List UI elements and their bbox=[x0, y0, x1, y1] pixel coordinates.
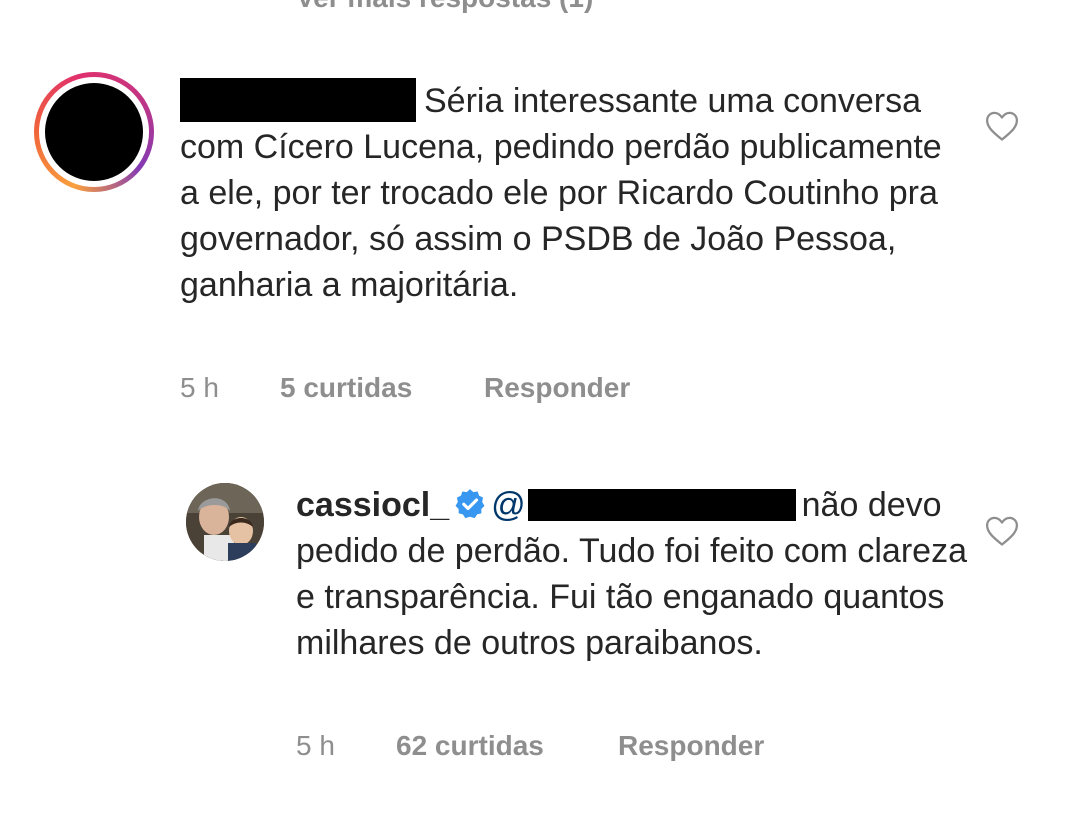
view-more-replies-row[interactable]: Ver mais respostas (1) bbox=[0, 0, 1080, 22]
mention-link[interactable]: @ bbox=[491, 486, 526, 524]
comment-likes-count[interactable]: 62 curtidas bbox=[396, 730, 544, 762]
comment-body: cassiocl_ @ não devo pedido de perdão. Tu… bbox=[296, 482, 976, 666]
username[interactable]: cassiocl_ bbox=[296, 486, 449, 524]
avatar[interactable] bbox=[186, 483, 264, 561]
heart-outline-icon[interactable] bbox=[985, 515, 1019, 547]
comment-body: Séria interessante uma conversa com Cíce… bbox=[180, 78, 960, 308]
comment-meta-row: 5 h 5 curtidas Responder bbox=[180, 372, 680, 408]
reply-button[interactable]: Responder bbox=[618, 730, 764, 762]
comment-timestamp: 5 h bbox=[180, 372, 219, 403]
view-more-replies-link[interactable]: Ver mais respostas (1) bbox=[296, 0, 593, 14]
verified-badge-icon bbox=[455, 489, 485, 519]
heart-outline-icon[interactable] bbox=[985, 110, 1019, 142]
profile-photo bbox=[186, 483, 264, 561]
redacted-username bbox=[180, 78, 416, 123]
avatar-story-ring[interactable] bbox=[34, 72, 154, 192]
comment-timestamp: 5 h bbox=[296, 730, 335, 761]
reply-button[interactable]: Responder bbox=[484, 372, 630, 404]
comment-likes-count[interactable]: 5 curtidas bbox=[280, 372, 412, 404]
comment-meta-row: 5 h 62 curtidas Responder bbox=[296, 730, 816, 766]
avatar[interactable] bbox=[45, 83, 143, 181]
avatar-ring-gap bbox=[39, 77, 149, 187]
redacted-mention bbox=[527, 489, 796, 522]
